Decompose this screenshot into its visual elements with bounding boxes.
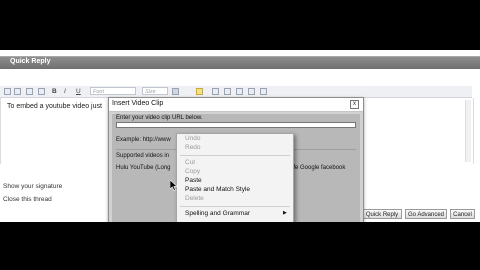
underline-button[interactable]: U: [76, 88, 81, 96]
url-label: Enter your video clip URL below.: [116, 115, 203, 121]
remove-format-icon[interactable]: [4, 88, 11, 95]
quote-icon[interactable]: [248, 88, 255, 95]
menu-item-redo[interactable]: Redo: [185, 144, 201, 151]
menu-separator: [180, 155, 290, 156]
quick-reply-button[interactable]: Quick Reply: [362, 209, 402, 219]
quick-reply-header: Quick Reply: [0, 56, 480, 69]
editor-scrollbar[interactable]: [465, 100, 471, 162]
copy-icon[interactable]: [38, 88, 45, 95]
switch-mode-icon[interactable]: [14, 88, 21, 95]
context-menu: Undo Redo Cut Copy Paste Paste and Match…: [176, 133, 294, 222]
image-icon[interactable]: [224, 88, 231, 95]
close-thread-option[interactable]: Close this thread: [3, 196, 52, 203]
link-icon[interactable]: [212, 88, 219, 95]
close-icon[interactable]: x: [350, 100, 359, 109]
menu-item-copy[interactable]: Copy: [185, 168, 200, 175]
video-icon[interactable]: [236, 88, 243, 95]
video-url-input[interactable]: [116, 122, 356, 128]
font-color-icon[interactable]: [172, 88, 179, 95]
go-advanced-button[interactable]: Go Advanced: [405, 209, 447, 219]
menu-item-undo[interactable]: Undo: [185, 135, 201, 142]
menu-item-cut[interactable]: Cut: [185, 159, 195, 166]
cancel-button[interactable]: Cancel: [450, 209, 475, 219]
quick-reply-title: Quick Reply: [10, 58, 51, 65]
supported-label: Supported videos in: [116, 153, 170, 159]
dialog-titlebar[interactable]: Insert Video Clip x: [109, 98, 363, 112]
providers-list-continued: ife Google facebook: [292, 165, 346, 171]
menu-separator: [180, 206, 290, 207]
cut-icon[interactable]: [26, 88, 33, 95]
smilie-icon[interactable]: [196, 88, 203, 95]
submenu-arrow-icon: ▶: [283, 210, 287, 216]
forum-page: Quick Reply B I U Font Size To embed a y…: [0, 50, 480, 222]
show-signature-option[interactable]: Show your signature: [3, 183, 62, 190]
italic-button[interactable]: I: [64, 88, 66, 96]
menu-item-spelling-grammar[interactable]: Spelling and Grammar: [185, 210, 250, 217]
providers-list: Hulu YouTube (Long: [116, 165, 171, 171]
url-example: Example: http://www: [116, 137, 171, 143]
menu-item-delete[interactable]: Delete: [185, 195, 204, 202]
bold-button[interactable]: B: [52, 88, 57, 96]
menu-item-paste[interactable]: Paste: [185, 177, 202, 184]
dialog-title: Insert Video Clip: [112, 100, 164, 107]
editor-text: To embed a youtube video just: [7, 103, 102, 110]
mouse-cursor-icon: [170, 180, 178, 191]
font-select[interactable]: Font: [90, 87, 136, 95]
size-select[interactable]: Size: [142, 87, 168, 95]
menu-item-paste-match-style[interactable]: Paste and Match Style: [185, 186, 250, 193]
code-icon[interactable]: [260, 88, 267, 95]
